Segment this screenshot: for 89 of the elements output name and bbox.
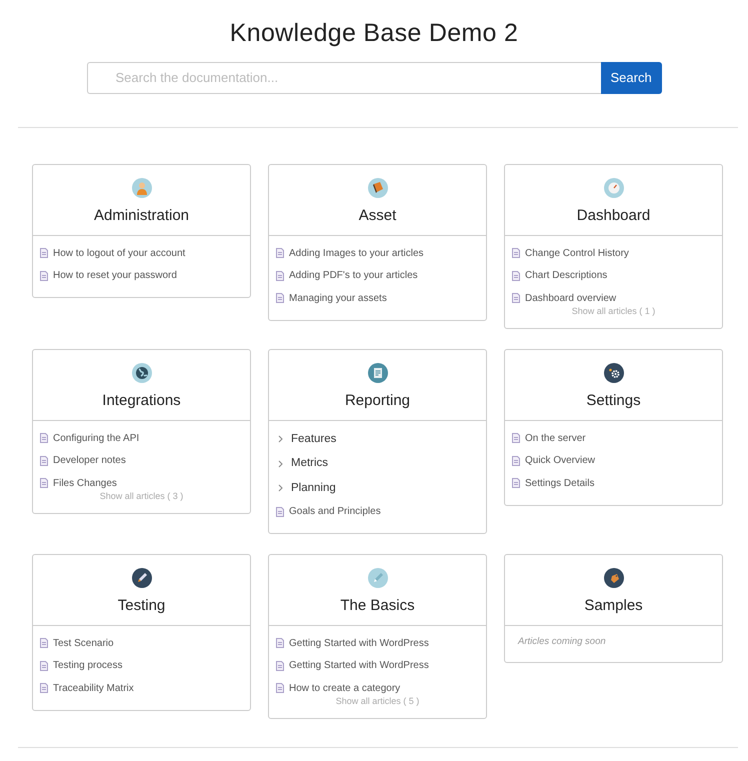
document-icon bbox=[40, 456, 48, 466]
article-link[interactable]: Settings Details bbox=[512, 472, 715, 494]
document-icon bbox=[40, 660, 48, 671]
pencil-icon bbox=[368, 568, 388, 588]
document-icon bbox=[512, 293, 520, 304]
link-text: Chart Descriptions bbox=[525, 269, 608, 284]
category-title[interactable]: Settings bbox=[586, 391, 641, 411]
article-link[interactable]: Adding Images to your articles bbox=[276, 242, 479, 264]
article-link[interactable]: Getting Started with WordPress bbox=[276, 654, 479, 677]
search-button[interactable]: Search bbox=[600, 62, 662, 94]
document-icon bbox=[276, 506, 284, 517]
article-link[interactable]: Managing your assets bbox=[276, 287, 479, 310]
link-text: How to logout of your account bbox=[53, 246, 186, 261]
category-title[interactable]: Reporting bbox=[344, 391, 410, 411]
article-link[interactable]: Getting Started with WordPress bbox=[276, 632, 479, 654]
chevron-icon bbox=[278, 460, 283, 468]
search-field[interactable]: Search the documentation... bbox=[86, 62, 600, 94]
folder-link[interactable]: Features bbox=[276, 427, 479, 452]
chevron-icon bbox=[278, 484, 283, 492]
gauge-icon bbox=[604, 178, 624, 198]
document-icon bbox=[40, 270, 48, 281]
article-link[interactable]: On the server bbox=[512, 427, 715, 450]
link-text: Developer notes bbox=[53, 454, 126, 468]
article-link[interactable]: Traceability Matrix bbox=[40, 677, 243, 700]
folder-link[interactable]: Planning bbox=[276, 476, 479, 500]
link-text: Test Scenario bbox=[53, 636, 114, 651]
article-link[interactable]: How to logout of your account bbox=[40, 242, 243, 264]
link-text: Settings Details bbox=[525, 476, 594, 491]
document-icon bbox=[276, 248, 284, 258]
document-icon bbox=[276, 638, 284, 648]
page-title: Knowledge Base Demo 2 bbox=[228, 18, 520, 48]
link-text: Adding Images to your articles bbox=[289, 246, 424, 261]
link-text: Features bbox=[291, 432, 336, 447]
article-link[interactable]: Developer notes bbox=[40, 450, 243, 472]
book-icon bbox=[368, 178, 388, 198]
article-link[interactable]: Adding PDF's to your articles bbox=[276, 264, 479, 287]
person-icon bbox=[132, 178, 152, 198]
article-link[interactable]: Configuring the API bbox=[40, 427, 243, 450]
document-icon bbox=[40, 638, 48, 648]
category-title[interactable]: Integrations bbox=[102, 391, 181, 411]
document-icon bbox=[276, 293, 284, 304]
link-text: Getting Started with WordPress bbox=[289, 659, 429, 674]
category-title[interactable]: Dashboard bbox=[576, 206, 650, 226]
link-text: How to create a category bbox=[289, 682, 400, 696]
link-text: Configuring the API bbox=[53, 432, 140, 446]
category-title[interactable]: Samples bbox=[584, 596, 643, 616]
tag-icon bbox=[604, 568, 624, 588]
document-icon bbox=[40, 683, 48, 694]
link-text: Testing process bbox=[53, 659, 122, 674]
category-title[interactable]: The Basics bbox=[340, 596, 415, 616]
article-link[interactable]: Testing process bbox=[40, 654, 243, 677]
category-title[interactable]: Administration bbox=[94, 206, 190, 226]
document-icon bbox=[40, 478, 48, 488]
category-title[interactable]: Asset bbox=[358, 206, 396, 226]
link-text: Getting Started with WordPress bbox=[289, 636, 429, 651]
article-link[interactable]: How to reset your password bbox=[40, 264, 243, 287]
document-icon bbox=[40, 248, 48, 258]
link-text: Quick Overview bbox=[525, 454, 596, 468]
chevron-icon bbox=[278, 435, 283, 444]
category-title[interactable]: Testing bbox=[118, 596, 166, 616]
link-text: Files Changes bbox=[53, 476, 117, 491]
document-icon bbox=[512, 478, 520, 488]
article-link[interactable]: Test Scenario bbox=[40, 632, 243, 654]
link-text: On the server bbox=[525, 432, 586, 446]
link-text: Goals and Principles bbox=[289, 505, 381, 520]
empty-note: Articles coming soon bbox=[516, 635, 607, 649]
document-icon bbox=[512, 433, 520, 444]
folder-link[interactable]: Metrics bbox=[276, 452, 479, 476]
link-text: Planning bbox=[291, 480, 336, 496]
document-icon bbox=[512, 456, 520, 466]
link-text: Traceability Matrix bbox=[53, 682, 134, 696]
document-icon bbox=[512, 270, 520, 281]
document-icon bbox=[368, 363, 388, 383]
document-icon bbox=[276, 270, 284, 281]
document-icon bbox=[40, 433, 48, 444]
link-text: Dashboard overview bbox=[525, 292, 616, 306]
link-text: Change Control History bbox=[525, 246, 629, 261]
article-link[interactable]: Chart Descriptions bbox=[512, 264, 715, 287]
link-text: Managing your assets bbox=[289, 292, 387, 306]
article-link[interactable]: Change Control History bbox=[512, 242, 715, 264]
link-text: How to reset your password bbox=[53, 269, 177, 284]
article-link[interactable]: Goals and Principles bbox=[276, 500, 479, 523]
document-icon bbox=[512, 248, 520, 258]
link-text: Metrics bbox=[291, 456, 328, 472]
document-icon bbox=[276, 683, 284, 694]
gear-icon bbox=[604, 363, 624, 383]
link-text: Adding PDF's to your articles bbox=[289, 269, 418, 284]
document-icon bbox=[276, 660, 284, 671]
article-link[interactable]: Quick Overview bbox=[512, 450, 715, 472]
